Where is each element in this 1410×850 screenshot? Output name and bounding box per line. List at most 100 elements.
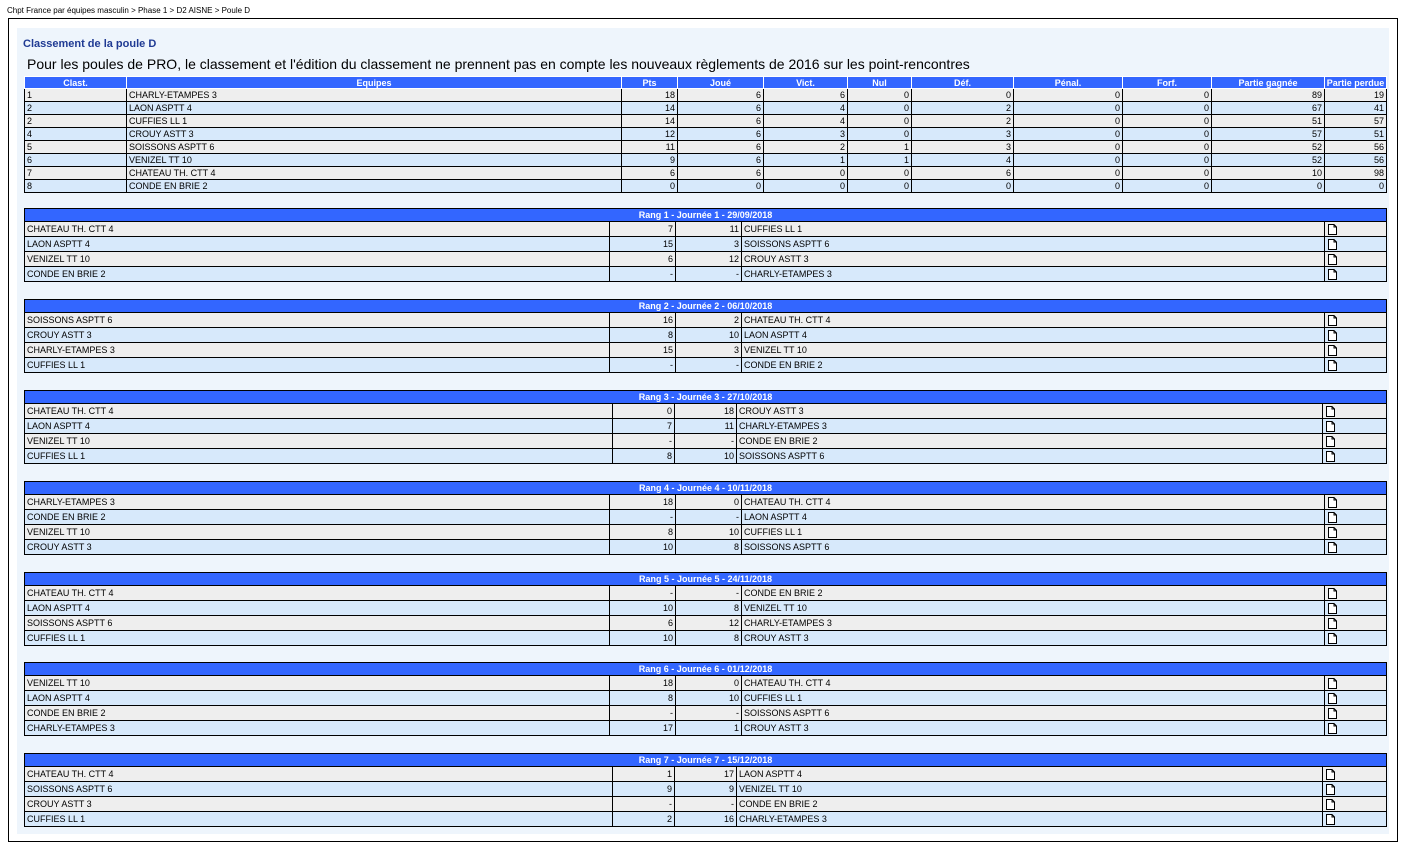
ranking-row: 2 LAON ASPTT 4 14 6 4 0 2 0 0 67 41 [24,101,1387,115]
match-sheet-cell [1322,448,1388,464]
matchday-title: Rang 4 - Journée 4 - 10/11/2018 [23,481,1388,495]
stat-cell: 0 [1013,88,1123,102]
home-team-cell: CHATEAU TH. CTT 4 [24,403,613,419]
matchday-table: Rang 5 - Journée 5 - 24/11/2018 CHATEAU T… [23,572,1388,646]
match-sheet-cell [1324,630,1388,646]
match-row: CHARLY-ETAMPES 3 18 0 CHATEAU TH. CTT 4 [24,494,1388,510]
stat-cell: 51 [1211,114,1325,128]
document-icon[interactable] [1328,359,1337,371]
home-score-cell: 8 [609,327,676,343]
rank-cell: 2 [24,114,127,128]
away-team-cell: CROUY ASTT 3 [736,403,1323,419]
home-score-cell: - [612,433,675,449]
home-team-cell: SOISSONS ASPTT 6 [24,615,610,631]
document-icon[interactable] [1328,314,1337,326]
stat-cell: 0 [1324,179,1387,193]
away-score-cell: 2 [675,312,742,328]
stat-cell: 0 [1122,179,1212,193]
document-icon[interactable] [1326,435,1335,447]
match-sheet-cell [1322,433,1388,449]
document-icon[interactable] [1328,632,1337,644]
home-team-cell: CHARLY-ETAMPES 3 [24,494,610,510]
document-icon[interactable] [1328,329,1337,341]
home-team-cell: CUFFIES LL 1 [24,630,610,646]
away-team-cell: CROUY ASTT 3 [741,630,1325,646]
document-icon[interactable] [1328,268,1337,280]
match-sheet-cell [1322,403,1388,419]
breadcrumb-link-division[interactable]: D2 AISNE [176,6,212,15]
stat-cell: 4 [911,153,1014,167]
stat-cell: 6 [621,166,678,180]
away-score-cell: 12 [675,251,742,267]
home-score-cell: 1 [612,766,675,782]
home-team-cell: SOISSONS ASPTT 6 [24,781,613,797]
document-icon[interactable] [1328,344,1337,356]
home-team-cell: LAON ASPTT 4 [24,600,610,616]
match-sheet-cell [1324,221,1388,237]
match-sheet-cell [1322,766,1388,782]
match-row: CUFFIES LL 1- - CONDE EN BRIE 2 [24,357,1388,373]
home-score-cell: 2 [612,811,675,827]
match-row: SOISSONS ASPTT 6 16 2 CHATEAU TH. CTT 4 [24,312,1388,328]
home-team-cell: LAON ASPTT 4 [24,690,610,706]
document-icon[interactable] [1328,526,1337,538]
document-icon[interactable] [1328,541,1337,553]
document-icon[interactable] [1326,420,1335,432]
document-icon[interactable] [1328,253,1337,265]
document-icon[interactable] [1326,813,1335,825]
document-icon[interactable] [1328,238,1337,250]
match-sheet-cell [1324,705,1388,721]
document-icon[interactable] [1328,722,1337,734]
document-icon[interactable] [1328,617,1337,629]
away-score-cell: 10 [675,327,742,343]
stat-cell: 0 [1122,166,1212,180]
match-row: VENIZEL TT 10 6 12 CROUY ASTT 3 [24,251,1388,267]
breadcrumb-link-phase[interactable]: Phase 1 [138,6,167,15]
document-icon[interactable] [1328,677,1337,689]
stat-cell: 1 [763,153,848,167]
home-score-cell: - [612,796,675,812]
document-icon[interactable] [1328,587,1337,599]
ranking-row: 8 CONDE EN BRIE 2000000000 [24,179,1387,193]
document-icon[interactable] [1328,511,1337,523]
away-score-cell: 16 [674,811,737,827]
stat-cell: 3 [911,127,1014,141]
stat-cell: 56 [1324,153,1387,167]
home-score-cell: 9 [612,781,675,797]
home-team-cell: CHATEAU TH. CTT 4 [24,585,610,601]
match-sheet-cell [1324,251,1388,267]
match-row: CHARLY-ETAMPES 3 15 3 VENIZEL TT 10 [24,342,1388,358]
away-team-cell: CHARLY-ETAMPES 3 [741,266,1325,282]
document-icon[interactable] [1326,783,1335,795]
match-sheet-cell [1324,494,1388,510]
match-sheet-cell [1324,690,1388,706]
ranking-column-header: Nul [847,76,912,89]
document-icon[interactable] [1328,602,1337,614]
stat-cell: 0 [763,166,848,180]
document-icon[interactable] [1326,405,1335,417]
home-score-cell: 7 [609,221,676,237]
match-row: VENIZEL TT 10 8 10 CUFFIES LL 1 [24,524,1388,540]
away-score-cell: 12 [675,615,742,631]
away-score-cell: 8 [675,600,742,616]
matchday-title: Rang 3 - Journée 3 - 27/10/2018 [23,390,1388,404]
stat-cell: 12 [621,127,678,141]
stat-cell: 0 [1013,114,1123,128]
rank-cell: 5 [24,140,127,154]
home-score-cell: - [609,357,676,373]
stat-cell: 10 [1211,166,1325,180]
ranking-row: 6 VENIZEL TT 10 9 6 1 1 4 0 0 52 56 [24,153,1387,167]
document-icon[interactable] [1326,798,1335,810]
document-icon[interactable] [1328,707,1337,719]
document-icon[interactable] [1328,223,1337,235]
document-icon[interactable] [1328,692,1337,704]
ranking-column-header: Clast. [24,76,127,89]
breadcrumb-link-championship[interactable]: Chpt France par équipes masculin [7,6,129,15]
stat-cell: 51 [1324,127,1387,141]
match-sheet-cell [1322,811,1388,827]
document-icon[interactable] [1326,768,1335,780]
home-team-cell: CONDE EN BRIE 2 [24,705,610,721]
document-icon[interactable] [1326,450,1335,462]
document-icon[interactable] [1328,496,1337,508]
home-team-cell: CHATEAU TH. CTT 4 [24,766,613,782]
